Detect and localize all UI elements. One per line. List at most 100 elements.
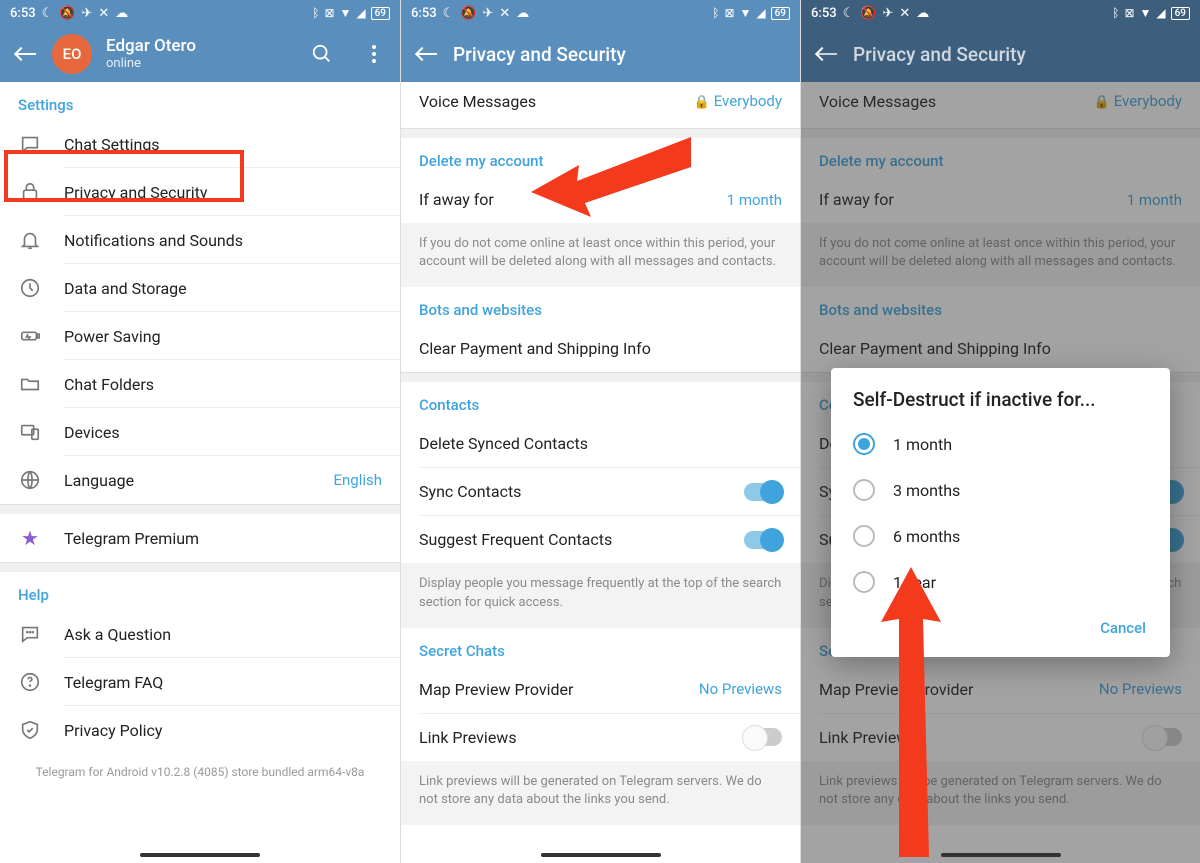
radio-icon (853, 433, 875, 455)
battery-icon: 69 (771, 7, 790, 20)
help-header: Help (0, 572, 400, 610)
setting-label: If away for (419, 190, 494, 209)
bots-header: Bots and websites (401, 287, 800, 325)
status-time: 6:53 (811, 6, 837, 21)
signal-icon: ◢ (356, 6, 365, 20)
home-indicator[interactable] (541, 853, 661, 857)
status-time: 6:53 (411, 6, 437, 21)
back-button[interactable] (815, 42, 839, 66)
x-icon: ✕ (98, 6, 109, 21)
menu-privacy-policy[interactable]: Privacy Policy (0, 706, 400, 754)
menu-label: Devices (64, 423, 120, 442)
voice-messages-row[interactable]: Voice Messages 🔒Everybody (401, 82, 800, 128)
option-3-months[interactable]: 3 months (831, 467, 1170, 513)
menu-chat-settings[interactable]: Chat Settings (0, 120, 400, 168)
option-1-month[interactable]: 1 month (831, 421, 1170, 467)
moon-icon: ☾ (443, 6, 455, 21)
setting-value: 1 month (727, 191, 782, 209)
menu-label: Ask a Question (64, 625, 171, 644)
setting-label: Suggest Frequent Contacts (419, 530, 612, 549)
more-icon[interactable] (362, 45, 386, 63)
cloud-icon: ☁ (916, 6, 929, 21)
avatar[interactable]: EO (52, 34, 92, 74)
link-previews-row[interactable]: Link Previews (401, 714, 800, 761)
cloud-icon: ☁ (115, 6, 128, 21)
wifi-icon: ▼ (740, 6, 752, 20)
menu-ask-question[interactable]: Ask a Question (0, 610, 400, 658)
mute-icon: 🔕 (59, 6, 75, 21)
clear-payment-row[interactable]: Clear Payment and Shipping Info (401, 325, 800, 372)
home-indicator[interactable] (140, 853, 260, 857)
telegram-icon: ✈ (882, 6, 893, 21)
telegram-icon: ✈ (81, 6, 92, 21)
battery-icon: 69 (1171, 7, 1190, 20)
back-button[interactable] (415, 42, 439, 66)
setting-label: Voice Messages (419, 92, 536, 111)
radio-icon (853, 525, 875, 547)
lock-icon (18, 180, 42, 204)
if-away-row[interactable]: If away for 1 month (401, 176, 800, 223)
privacy-toolbar: Privacy and Security (401, 26, 800, 82)
x-icon: ✕ (899, 6, 910, 21)
mute-icon: 🔕 (860, 6, 876, 21)
search-icon[interactable] (310, 43, 334, 65)
lock-icon: 🔒 (694, 95, 710, 110)
menu-devices[interactable]: Devices (0, 408, 400, 456)
option-label: 3 months (893, 481, 960, 500)
settings-header: Settings (0, 82, 400, 120)
bluetooth-icon: ᛒ (312, 6, 319, 20)
delete-synced-row[interactable]: Delete Synced Contacts (401, 420, 800, 467)
menu-data-storage[interactable]: Data and Storage (0, 264, 400, 312)
moon-icon: ☾ (42, 6, 54, 21)
status-time: 6:53 (10, 6, 36, 21)
bluetooth-icon: ᛒ (712, 6, 719, 20)
globe-icon (18, 468, 42, 492)
back-button[interactable] (14, 42, 38, 66)
language-value: English (333, 471, 382, 489)
link-previews-toggle[interactable] (744, 728, 782, 746)
signal-icon: ◢ (1156, 6, 1165, 20)
app-version: Telegram for Android v10.2.8 (4085) stor… (0, 754, 400, 791)
menu-label: Notifications and Sounds (64, 231, 243, 250)
status-bar: 6:53 ☾ 🔕 ✈ ✕ ☁ ᛒ ⊠ ▼ ◢ 69 (0, 0, 400, 26)
delete-account-header: Delete my account (401, 138, 800, 176)
option-label: 6 months (893, 527, 960, 546)
option-6-months[interactable]: 6 months (831, 513, 1170, 559)
wifi-icon: ▼ (1140, 6, 1152, 20)
setting-label: Map Preview Provider (419, 680, 573, 699)
suggest-frequent-row[interactable]: Suggest Frequent Contacts (401, 516, 800, 563)
suggest-frequent-toggle[interactable] (744, 531, 782, 549)
setting-label: Clear Payment and Shipping Info (419, 339, 651, 358)
option-label: 1 year (893, 573, 936, 592)
link-info: Link previews will be generated on Teleg… (401, 761, 800, 825)
battery-icon: 69 (371, 7, 390, 20)
privacy-toolbar: Privacy and Security (801, 26, 1200, 82)
menu-chat-folders[interactable]: Chat Folders (0, 360, 400, 408)
setting-label: Delete Synced Contacts (419, 434, 588, 453)
option-1-year[interactable]: 1 year (831, 559, 1170, 605)
setting-label: Sync Contacts (419, 482, 521, 501)
menu-language[interactable]: Language English (0, 456, 400, 504)
menu-power-saving[interactable]: Power Saving (0, 312, 400, 360)
signal-icon: ◢ (756, 6, 765, 20)
status-bar: 6:53 ☾ 🔕 ✈ ✕ ☁ ᛒ ⊠ ▼ ◢ 69 (401, 0, 800, 26)
profile-status: online (106, 56, 196, 71)
menu-label: Privacy and Security (64, 183, 207, 202)
menu-notifications[interactable]: Notifications and Sounds (0, 216, 400, 264)
cloud-icon: ☁ (516, 6, 529, 21)
sync-contacts-row[interactable]: Sync Contacts (401, 468, 800, 515)
page-title: Privacy and Security (853, 43, 1026, 66)
menu-privacy-security[interactable]: Privacy and Security (0, 168, 400, 216)
folder-icon (18, 372, 42, 396)
menu-faq[interactable]: Telegram FAQ (0, 658, 400, 706)
secret-chats-header: Secret Chats (401, 628, 800, 666)
radio-icon (853, 479, 875, 501)
sync-contacts-toggle[interactable] (744, 483, 782, 501)
sim-icon: ⊠ (324, 6, 334, 20)
map-preview-row[interactable]: Map Preview Provider No Previews (401, 666, 800, 713)
cancel-button[interactable]: Cancel (1090, 611, 1156, 645)
bell-icon (18, 228, 42, 252)
home-indicator[interactable] (941, 853, 1061, 857)
telegram-icon: ✈ (482, 6, 493, 21)
menu-premium[interactable]: ★ Telegram Premium (0, 514, 400, 562)
